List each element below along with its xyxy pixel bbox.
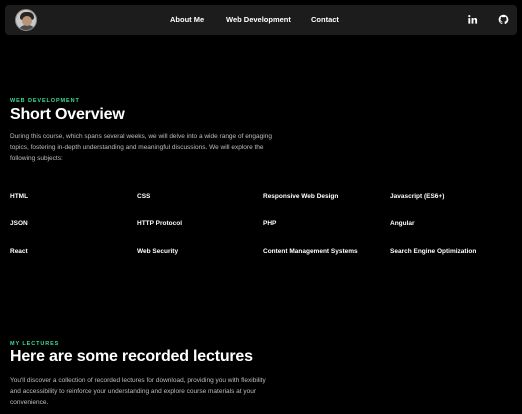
topic-item: PHP bbox=[263, 220, 277, 227]
overview-description: During this course, which spans several … bbox=[10, 133, 272, 162]
lectures-eyebrow: MY LECTURES bbox=[10, 341, 60, 347]
github-icon[interactable] bbox=[498, 14, 509, 25]
overview-title: Short Overview bbox=[10, 106, 125, 123]
topic-item: React bbox=[10, 248, 28, 255]
nav-link-about-me[interactable]: About Me bbox=[170, 15, 204, 24]
topic-item: Javascript (ES6+) bbox=[390, 193, 445, 200]
lectures-description: You'll discover a collection of recorded… bbox=[10, 377, 266, 406]
nav-link-contact[interactable]: Contact bbox=[311, 15, 339, 24]
topic-item: Angular bbox=[390, 220, 415, 227]
topic-item: Content Management Systems bbox=[263, 248, 358, 255]
topic-item: HTTP Protocol bbox=[137, 220, 183, 227]
topic-item: Web Security bbox=[137, 248, 179, 255]
navbar: About Me Web Development Contact bbox=[5, 5, 517, 35]
topic-item: JSON bbox=[10, 220, 28, 227]
lectures-title: Here are some recorded lectures bbox=[10, 348, 253, 365]
avatar[interactable] bbox=[15, 9, 37, 31]
linkedin-icon[interactable] bbox=[467, 14, 478, 25]
topic-item: CSS bbox=[137, 193, 151, 200]
overview-eyebrow: WEB DEVELOPMENT bbox=[10, 98, 80, 104]
topic-item: Search Engine Optimization bbox=[390, 248, 477, 255]
nav-link-web-development[interactable]: Web Development bbox=[226, 15, 291, 24]
topic-item: Responsive Web Design bbox=[263, 193, 339, 200]
topic-item: HTML bbox=[10, 193, 29, 200]
